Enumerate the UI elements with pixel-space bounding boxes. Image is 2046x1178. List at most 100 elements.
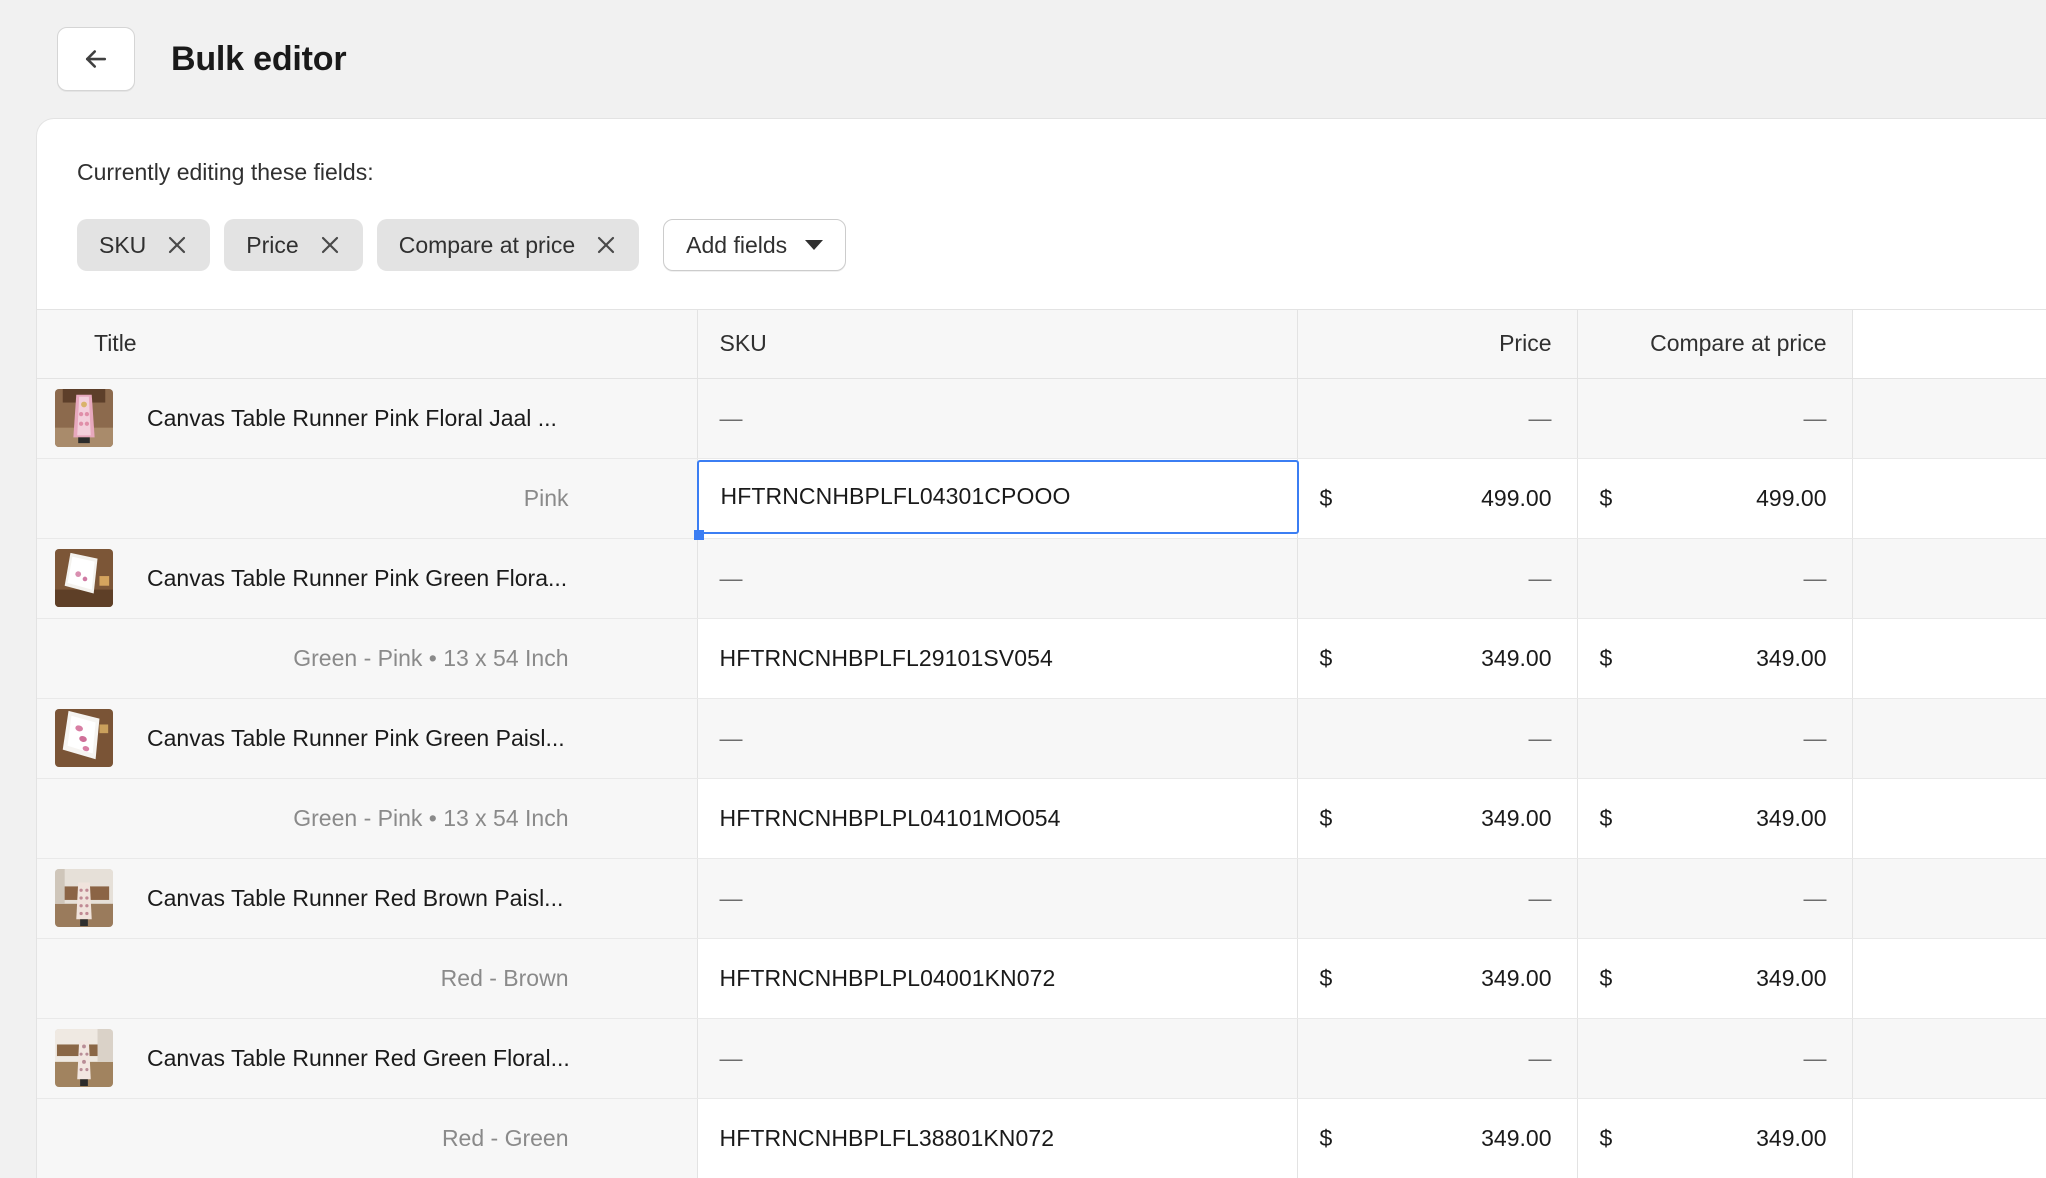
sku-input[interactable]: HFTRNCNHBPLFL04301CPOOO xyxy=(696,459,1299,534)
cell-price[interactable]: $499.00 xyxy=(1297,458,1578,539)
cell-compare-at-price[interactable]: $349.00 xyxy=(1577,778,1853,859)
cell-title: Canvas Table Runner Pink Green Paisl... xyxy=(37,698,698,779)
column-header-sku[interactable]: SKU xyxy=(697,310,1298,379)
sku-value: HFTRNCNHBPLFL29101SV054 xyxy=(719,644,1053,671)
sku-value: — xyxy=(719,1044,743,1071)
close-icon[interactable] xyxy=(317,232,343,258)
cell-tail xyxy=(1852,698,2046,779)
cell-sku[interactable]: HFTRNCNHBPLFL38801KN072 xyxy=(697,1098,1298,1178)
product-row: Canvas Table Runner Pink Green Paisl... —… xyxy=(37,698,2046,779)
cell-sku[interactable]: — xyxy=(697,538,1298,619)
cell-sku[interactable]: HFTRNCNHBPLPL04001KN072 xyxy=(697,938,1298,1019)
close-icon[interactable] xyxy=(164,232,190,258)
field-chip-compare-at-price[interactable]: Compare at price xyxy=(376,219,640,271)
currency-symbol: $ xyxy=(1599,964,1613,991)
cell-price[interactable]: — xyxy=(1297,698,1578,779)
cell-title: Red - Green xyxy=(37,1098,698,1178)
cell-sku[interactable]: HFTRNCNHBPLFL04301CPOOO xyxy=(693,458,1299,540)
product-row: Canvas Table Runner Pink Floral Jaal ...… xyxy=(37,378,2046,459)
compare-at-price-value: 349.00 xyxy=(1756,644,1827,671)
product-thumbnail xyxy=(55,709,113,767)
cell-price[interactable]: — xyxy=(1297,1018,1578,1099)
variant-title: Green - Pink • 13 x 54 Inch xyxy=(293,804,569,831)
price-value: — xyxy=(1528,884,1552,911)
cell-sku[interactable]: — xyxy=(697,378,1298,459)
currency-symbol: $ xyxy=(1319,1124,1333,1151)
compare-at-price-value: — xyxy=(1803,724,1827,751)
cell-tail xyxy=(1852,458,2046,539)
cell-compare-at-price[interactable]: $349.00 xyxy=(1577,1098,1853,1178)
product-row: Canvas Table Runner Red Green Floral... —… xyxy=(37,1018,2046,1099)
currency-symbol: $ xyxy=(1599,804,1613,831)
add-fields-button[interactable]: Add fields xyxy=(663,219,847,271)
price-value: 349.00 xyxy=(1481,964,1552,991)
cell-compare-at-price[interactable]: — xyxy=(1577,538,1853,619)
currency-symbol: $ xyxy=(1319,964,1333,991)
cell-compare-at-price[interactable]: — xyxy=(1577,858,1853,939)
cell-sku[interactable]: — xyxy=(697,698,1298,779)
field-chip-price[interactable]: Price xyxy=(224,219,363,271)
cell-price[interactable]: — xyxy=(1297,538,1578,619)
close-icon[interactable] xyxy=(593,232,619,258)
fill-handle[interactable] xyxy=(693,529,704,540)
column-header-compare-at-price[interactable]: Compare at price xyxy=(1577,310,1853,379)
product-row: Canvas Table Runner Pink Green Flora... —… xyxy=(37,538,2046,619)
cell-price[interactable]: — xyxy=(1297,858,1578,939)
cell-compare-at-price[interactable]: — xyxy=(1577,1018,1853,1099)
cell-title: Green - Pink • 13 x 54 Inch xyxy=(37,778,698,859)
cell-tail xyxy=(1852,1018,2046,1099)
cell-price[interactable]: — xyxy=(1297,378,1578,459)
cell-tail xyxy=(1852,938,2046,1019)
cell-compare-at-price[interactable]: $349.00 xyxy=(1577,938,1853,1019)
cell-tail xyxy=(1852,538,2046,619)
product-title: Canvas Table Runner Red Brown Paisl... xyxy=(147,884,564,911)
variant-row: Red - Green HFTRNCNHBPLFL38801KN072 $349.0… xyxy=(37,1098,2046,1178)
compare-at-price-value: — xyxy=(1803,1044,1827,1071)
price-value: 349.00 xyxy=(1481,644,1552,671)
compare-at-price-value: 349.00 xyxy=(1756,964,1827,991)
variant-row: Green - Pink • 13 x 54 Inch HFTRNCNHBPLPL… xyxy=(37,778,2046,859)
cell-title: Canvas Table Runner Pink Floral Jaal ... xyxy=(37,378,698,459)
cell-sku[interactable]: — xyxy=(697,1018,1298,1099)
sku-value: — xyxy=(719,404,743,431)
product-title: Canvas Table Runner Red Green Floral... xyxy=(147,1044,570,1071)
currency-symbol: $ xyxy=(1319,804,1333,831)
column-header-title[interactable]: Title xyxy=(37,310,698,379)
field-chip-label: Compare at price xyxy=(398,231,576,258)
price-value: 499.00 xyxy=(1481,484,1552,511)
page-title: Bulk editor xyxy=(171,40,347,78)
cell-title: Canvas Table Runner Pink Green Flora... xyxy=(37,538,698,619)
cell-price[interactable]: $349.00 xyxy=(1297,1098,1578,1178)
currency-symbol: $ xyxy=(1599,484,1613,511)
sku-value: HFTRNCNHBPLPL04101MO054 xyxy=(719,804,1061,831)
compare-at-price-value: — xyxy=(1803,404,1827,431)
cell-sku[interactable]: HFTRNCNHBPLPL04101MO054 xyxy=(697,778,1298,859)
field-chip-sku[interactable]: SKU xyxy=(77,219,211,271)
cell-compare-at-price[interactable]: $499.00 xyxy=(1577,458,1853,539)
cell-price[interactable]: $349.00 xyxy=(1297,938,1578,1019)
bulk-editor-table: Title SKU Price Compare at price Canvas … xyxy=(37,310,2046,1178)
column-header-price[interactable]: Price xyxy=(1297,310,1578,379)
compare-at-price-value: — xyxy=(1803,564,1827,591)
arrow-left-icon xyxy=(81,44,111,74)
cell-compare-at-price[interactable]: — xyxy=(1577,378,1853,459)
table-body: Canvas Table Runner Pink Floral Jaal ...… xyxy=(37,378,2046,1178)
cell-compare-at-price[interactable]: $349.00 xyxy=(1577,618,1853,699)
cell-price[interactable]: $349.00 xyxy=(1297,778,1578,859)
fields-panel: Currently editing these fields: SKU Pric… xyxy=(37,119,2046,271)
cell-sku[interactable]: HFTRNCNHBPLFL29101SV054 xyxy=(697,618,1298,699)
product-thumbnail xyxy=(55,549,113,607)
variant-title: Red - Brown xyxy=(440,964,569,991)
back-button[interactable] xyxy=(57,27,135,91)
cell-price[interactable]: $349.00 xyxy=(1297,618,1578,699)
cell-sku[interactable]: — xyxy=(697,858,1298,939)
variant-title: Pink xyxy=(523,484,569,511)
price-value: — xyxy=(1528,724,1552,751)
cell-compare-at-price[interactable]: — xyxy=(1577,698,1853,779)
column-header-tail xyxy=(1852,310,2046,379)
product-row: Canvas Table Runner Red Brown Paisl... — —… xyxy=(37,858,2046,939)
cell-tail xyxy=(1852,378,2046,459)
sku-value: — xyxy=(719,884,743,911)
cell-tail xyxy=(1852,1098,2046,1178)
variant-title: Green - Pink • 13 x 54 Inch xyxy=(293,644,569,671)
